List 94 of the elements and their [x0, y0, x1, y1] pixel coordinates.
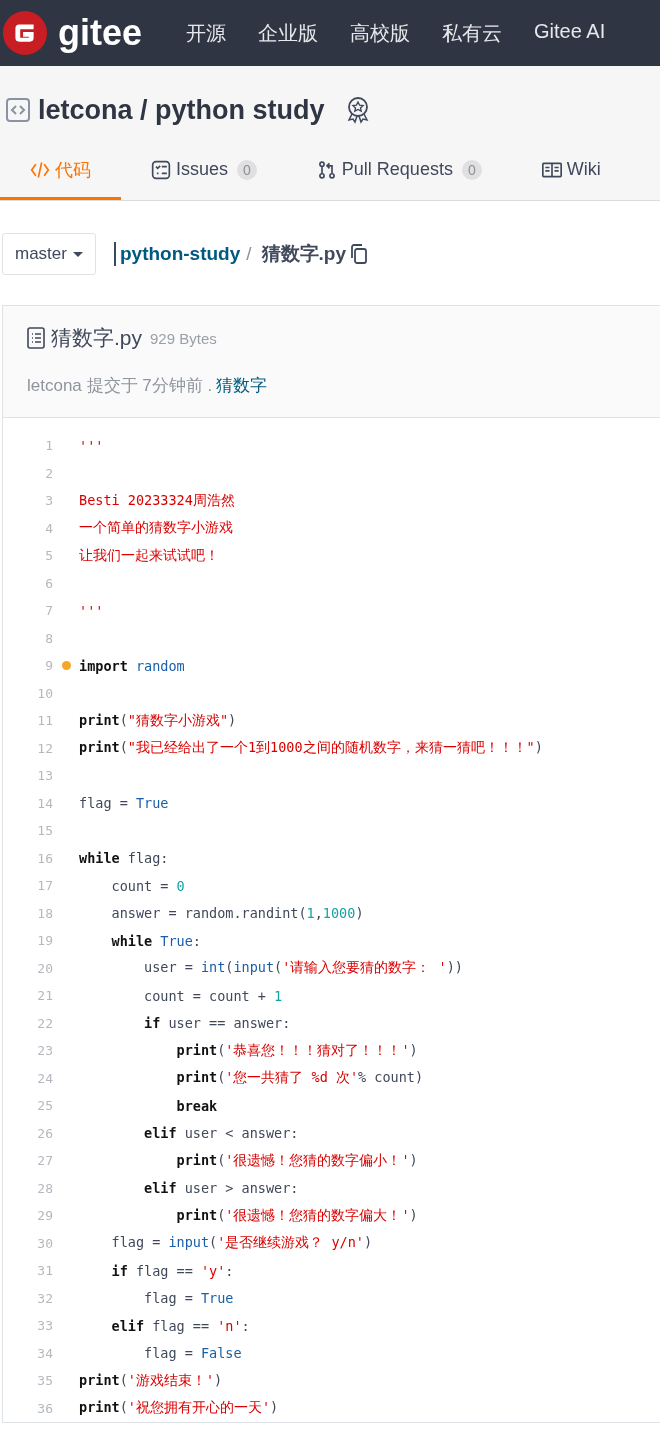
line-number: 19: [36, 933, 53, 949]
line-number: 27: [36, 1153, 53, 1169]
line-number: 33: [36, 1318, 53, 1334]
line-number: 8: [44, 630, 53, 646]
line-number: 23: [36, 1043, 53, 1059]
line-number: 12: [36, 740, 53, 756]
line-number: 10: [36, 685, 53, 701]
nav-link[interactable]: 高校版: [350, 19, 411, 47]
code-line: print("我已经给出了一个1到1000之间的随机数字，来猜一猜吧！！！"): [79, 739, 543, 758]
repo-title: letcona / python study: [38, 94, 325, 126]
line-number: 11: [36, 713, 53, 729]
tab[interactable]: Issues 0: [151, 142, 257, 200]
code-line: break: [175, 1097, 218, 1114]
logo-icon: [2, 10, 48, 56]
file-name: 猜数字.py: [261, 242, 347, 266]
line-number: 35: [36, 1373, 53, 1389]
pull-request-icon: [316, 159, 337, 180]
line-number: 18: [36, 905, 53, 921]
line-number: 30: [36, 1235, 53, 1251]
file-title: 猜数字.py: [51, 325, 142, 351]
code-icon: [30, 159, 50, 180]
line-number: 4: [44, 520, 53, 536]
code-line: 一个简单的猜数字小游戏: [79, 519, 233, 538]
code-line: flag = True: [143, 1290, 234, 1307]
line-number: 26: [36, 1125, 53, 1141]
code-line: while True:: [110, 932, 201, 949]
code-line: if flag == 'y':: [110, 1262, 234, 1279]
line-number: 14: [36, 795, 53, 811]
nav-link[interactable]: 开源: [186, 19, 227, 47]
caret-icon: [72, 251, 83, 257]
path-separator: /: [246, 243, 252, 265]
repo-link[interactable]: python-study: [119, 243, 241, 265]
line-number: 31: [36, 1263, 53, 1279]
file-size: 929 Bytes: [150, 329, 217, 347]
line-number: 24: [36, 1070, 53, 1086]
copy-icon[interactable]: [350, 244, 369, 264]
code-line: ''': [79, 437, 104, 454]
code-line: import random: [79, 657, 185, 674]
code-line: print('很遗憾！您猜的数字偏大！'): [175, 1206, 418, 1225]
logo-text: gitee: [58, 12, 143, 54]
code-line: elif flag == 'n':: [110, 1317, 250, 1334]
line-number: 3: [44, 493, 53, 509]
line-number: 22: [36, 1015, 53, 1031]
line-number: 29: [36, 1208, 53, 1224]
code-line: print('您一共猜了 %d 次'% count): [175, 1069, 424, 1088]
code-line: print('游戏结束！'): [79, 1371, 223, 1390]
line-number: 32: [36, 1290, 53, 1306]
code-line: ''': [79, 602, 104, 619]
line-number: 28: [36, 1180, 53, 1196]
line-number: 7: [44, 603, 53, 619]
nav-link[interactable]: Gitee AI: [534, 19, 606, 47]
line-number: 25: [36, 1098, 53, 1114]
nav-link[interactable]: 企业版: [258, 19, 319, 47]
tab[interactable]: Pull Requests 0: [316, 142, 482, 200]
line-number: 16: [36, 850, 53, 866]
line-number: 5: [44, 548, 53, 564]
line-number: 9: [44, 658, 53, 674]
code-line: elif user < answer:: [143, 1125, 299, 1142]
code-line: flag = input('是否继续游戏？ y/n'): [110, 1234, 373, 1253]
nav-link[interactable]: 私有云: [442, 19, 503, 47]
code-line: flag = False: [143, 1345, 242, 1362]
code-line: print('恭喜您！！！猜对了！！！'): [175, 1041, 418, 1060]
file-icon: [27, 327, 45, 349]
count-badge: 0: [461, 159, 482, 180]
code-line: count = count + 1: [143, 987, 283, 1004]
line-number: 13: [36, 768, 53, 784]
count-badge: 0: [237, 159, 257, 180]
code-line: print('很遗憾！您猜的数字偏小！'): [175, 1151, 418, 1170]
tab[interactable]: Wiki: [541, 142, 601, 200]
code-line: count = 0: [110, 877, 185, 894]
code-line: while flag:: [79, 850, 169, 867]
commit-info: letcona 提交于 7分钟前 .: [27, 375, 213, 397]
line-number: 36: [36, 1400, 53, 1416]
code-line: flag = True: [79, 795, 169, 812]
branch-dropdown[interactable]: master: [2, 233, 96, 275]
code-line: Besti 20233324周浩然: [79, 491, 235, 510]
line-number: 2: [44, 465, 53, 481]
code-line: print("猜数字小游戏"): [79, 711, 237, 730]
code-line: if user == answer:: [143, 1015, 291, 1032]
code-line: answer = random.randint(1,1000): [110, 905, 364, 922]
line-number: 6: [44, 575, 53, 591]
commit-link[interactable]: 猜数字: [216, 374, 268, 397]
line-number: 20: [36, 960, 53, 976]
code-line: print('祝您拥有开心的一天'): [79, 1399, 279, 1418]
code-line: user = int(input('请输入您要猜的数字： ')): [143, 959, 463, 978]
line-number: 1: [44, 438, 53, 454]
checklist-icon: [151, 159, 171, 180]
line-number: 15: [36, 823, 53, 839]
line-number: 21: [36, 988, 53, 1004]
line-number: 17: [36, 878, 53, 894]
code-line: 让我们一起来试试吧！: [79, 546, 219, 565]
line-number: 34: [36, 1345, 53, 1361]
code-icon: [6, 98, 30, 122]
code-line: elif user > answer:: [143, 1180, 299, 1197]
